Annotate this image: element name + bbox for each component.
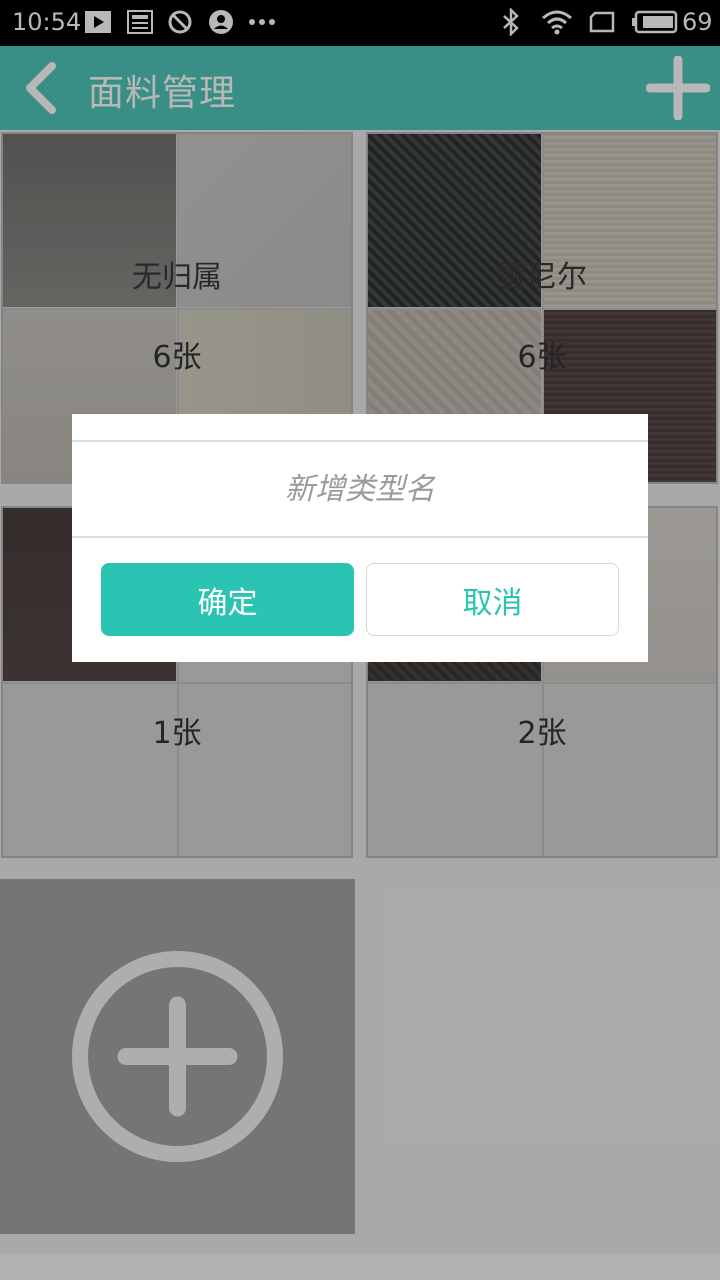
confirm-button[interactable]: 确定 [101, 563, 354, 636]
new-category-dialog: 确定 取消 [72, 414, 648, 662]
divider [72, 536, 648, 538]
category-name-input[interactable] [72, 442, 648, 536]
cancel-button[interactable]: 取消 [366, 563, 619, 636]
